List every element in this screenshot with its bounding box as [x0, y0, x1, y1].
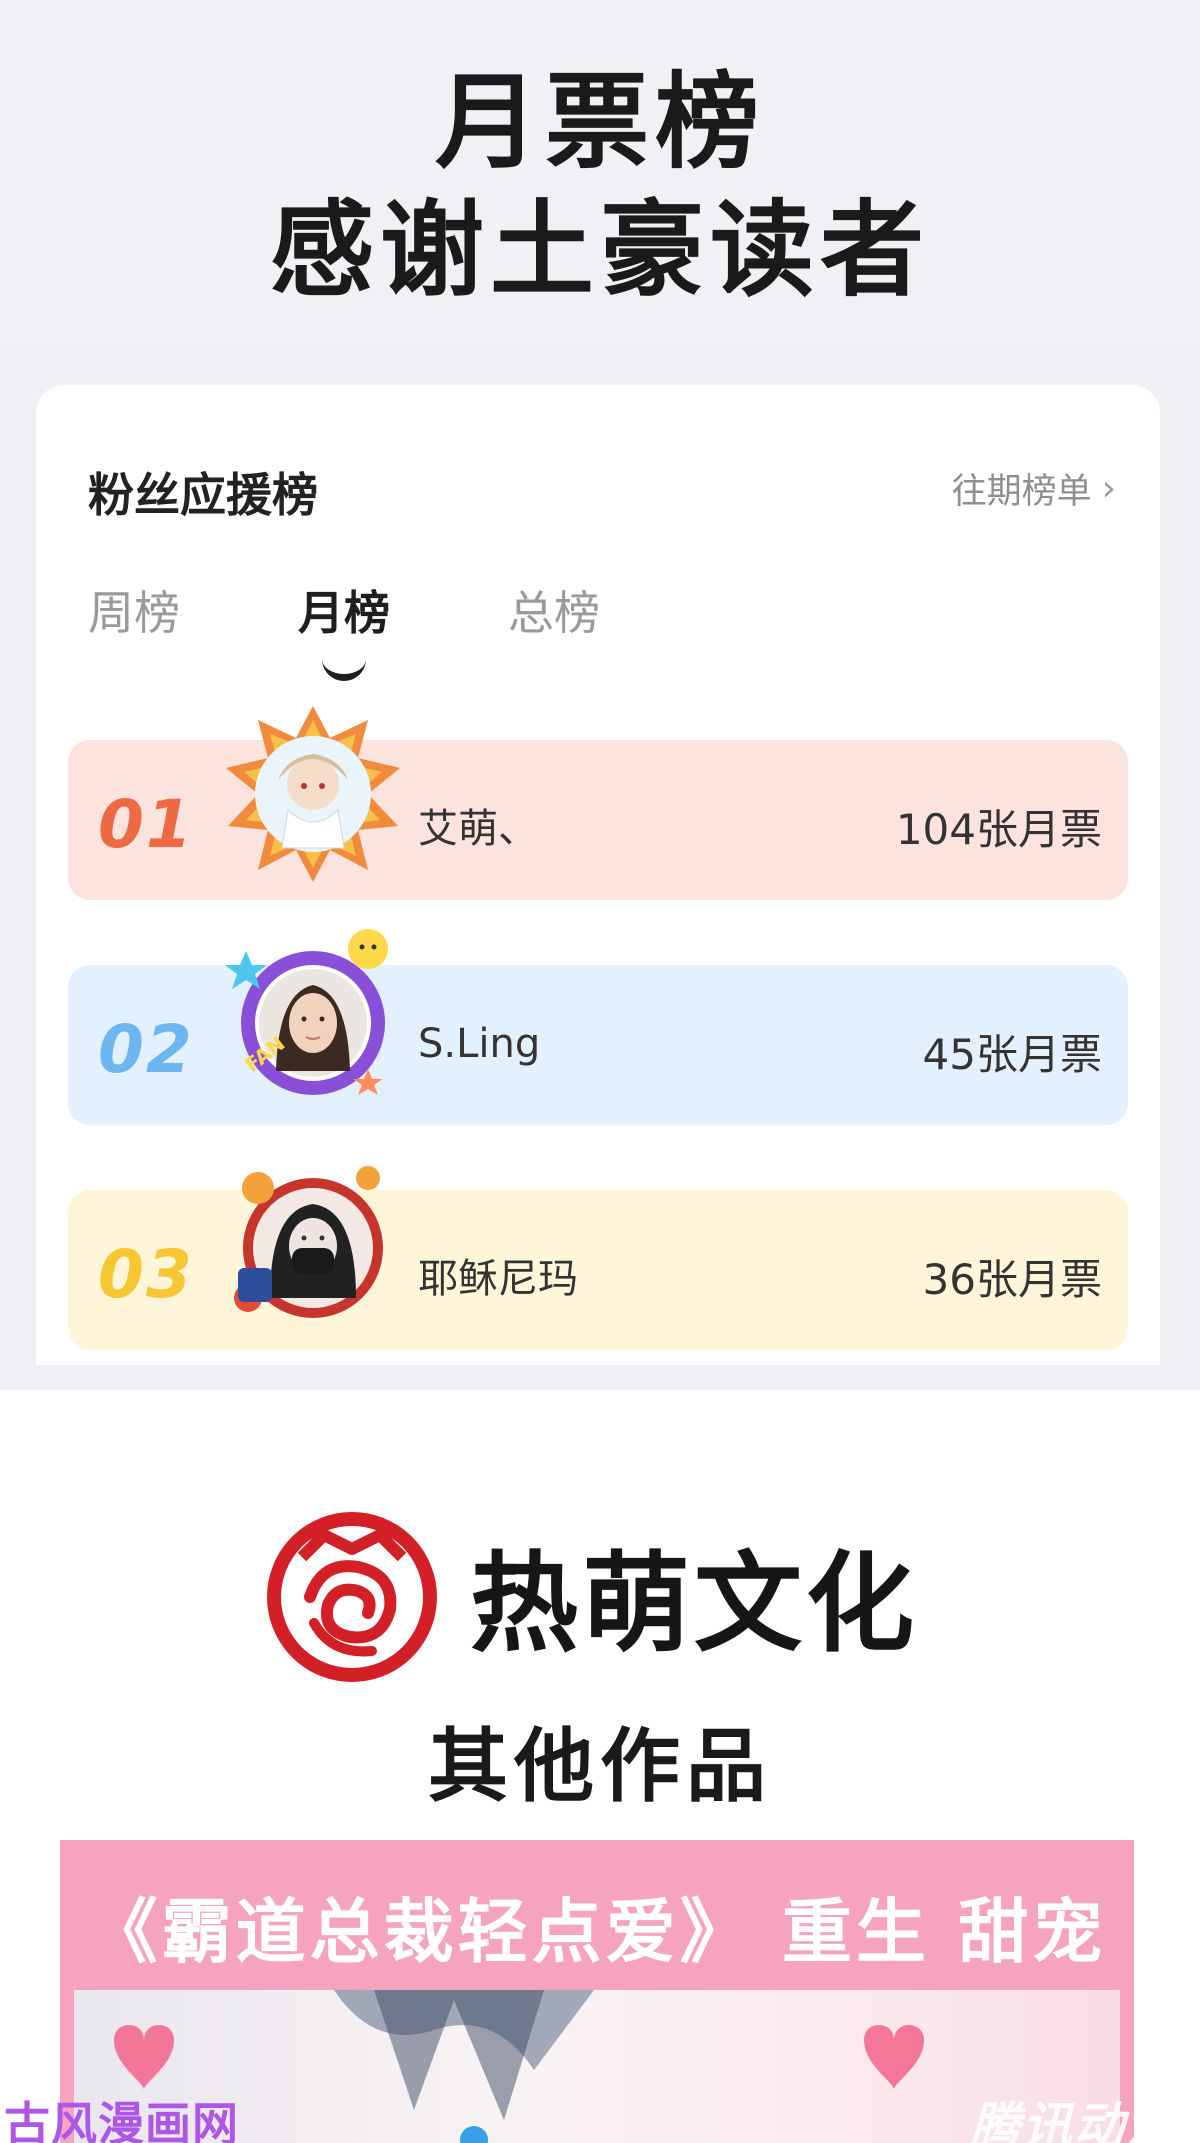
user-name: 艾萌、: [418, 806, 538, 852]
publisher-section: 热萌文化 其他作品 《霸道总裁轻点爱》 重生 甜宠 逆袭: [0, 1390, 1200, 2143]
vote-count: 36张月票: [922, 1255, 1102, 1304]
top-banner: 月票榜 感谢土豪读者: [0, 0, 1200, 350]
publisher-brand: 热萌文化: [262, 1505, 918, 1685]
rank-number: 01: [98, 786, 194, 863]
tab-active-indicator: [322, 657, 366, 681]
tab-monthly[interactable]: 月榜: [298, 577, 390, 681]
ranking-tabs: 周榜 月榜 总榜: [88, 577, 718, 681]
rank-number: 03: [98, 1236, 194, 1313]
heart-icon: [114, 2025, 174, 2090]
banner-subtitle: 感谢土豪读者: [269, 189, 930, 311]
ranking-row[interactable]: 01 艾萌、 104张月票: [68, 706, 1128, 900]
history-rankings-link[interactable]: 往期榜单 ›: [952, 463, 1116, 514]
publisher-name: 热萌文化: [470, 1542, 919, 1667]
rose-logo-icon: [267, 1512, 437, 1682]
user-name: 耶稣尼玛: [418, 1256, 578, 1302]
chevron-right-icon: ›: [1101, 468, 1116, 509]
vote-count: 45张月票: [922, 1030, 1102, 1079]
watermark-right: 腾讯动漫: [970, 2097, 1178, 2143]
card-title: 粉丝应援榜: [88, 468, 318, 522]
other-works-heading: 其他作品: [428, 1720, 772, 1813]
banner-title: 月票榜: [434, 61, 765, 183]
ranking-row[interactable]: 02 FAN S.Ling 45张月票: [68, 929, 1128, 1125]
tab-total[interactable]: 总榜: [508, 577, 600, 643]
avatar[interactable]: [218, 1148, 408, 1338]
heart-icon: [864, 2025, 924, 2090]
tab-monthly-label: 月榜: [298, 586, 390, 640]
watermark-left: 古风漫画网: [4, 2097, 239, 2143]
fan-support-card: 粉丝应援榜 往期榜单 › 周榜 月榜 总榜 01 艾萌、 104张月票 02 F…: [36, 385, 1160, 1365]
vote-count: 104张月票: [895, 805, 1102, 854]
avatar[interactable]: [218, 698, 408, 888]
tab-weekly[interactable]: 周榜: [88, 577, 180, 643]
history-link-label: 往期榜单: [951, 472, 1092, 512]
user-name: S.Ling: [418, 1021, 541, 1067]
ranking-row[interactable]: 03 耶稣尼玛 36张月票: [68, 1166, 1128, 1350]
avatar[interactable]: FAN: [218, 923, 408, 1113]
rank-number: 02: [98, 1011, 194, 1088]
